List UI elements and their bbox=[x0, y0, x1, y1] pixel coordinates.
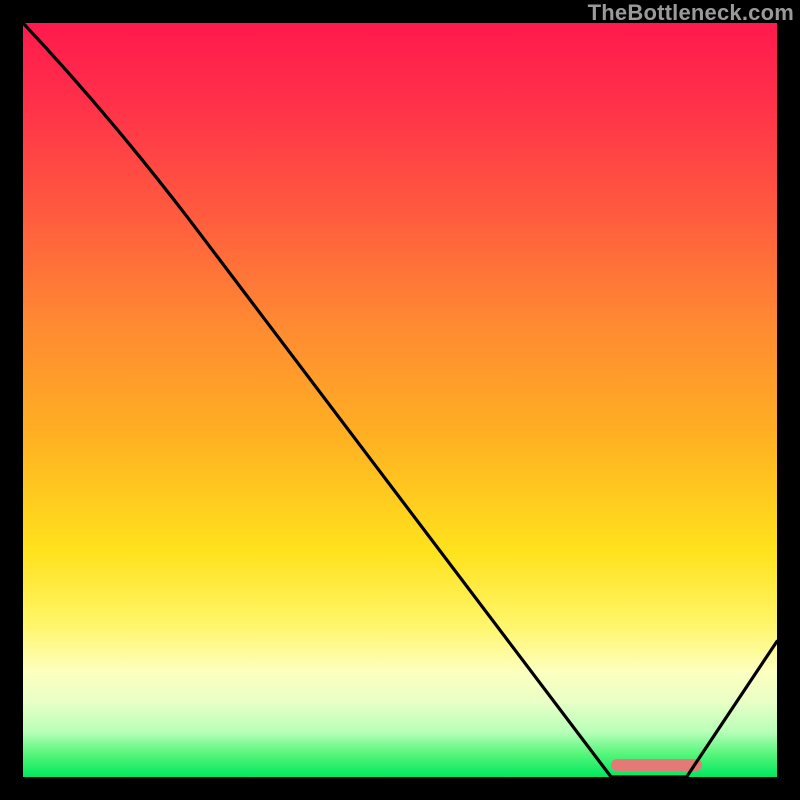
bottleneck-curve bbox=[23, 23, 777, 777]
bottleneck-curve-path bbox=[23, 23, 777, 777]
chart-container: TheBottleneck.com bbox=[0, 0, 800, 800]
plot-area bbox=[23, 23, 777, 777]
